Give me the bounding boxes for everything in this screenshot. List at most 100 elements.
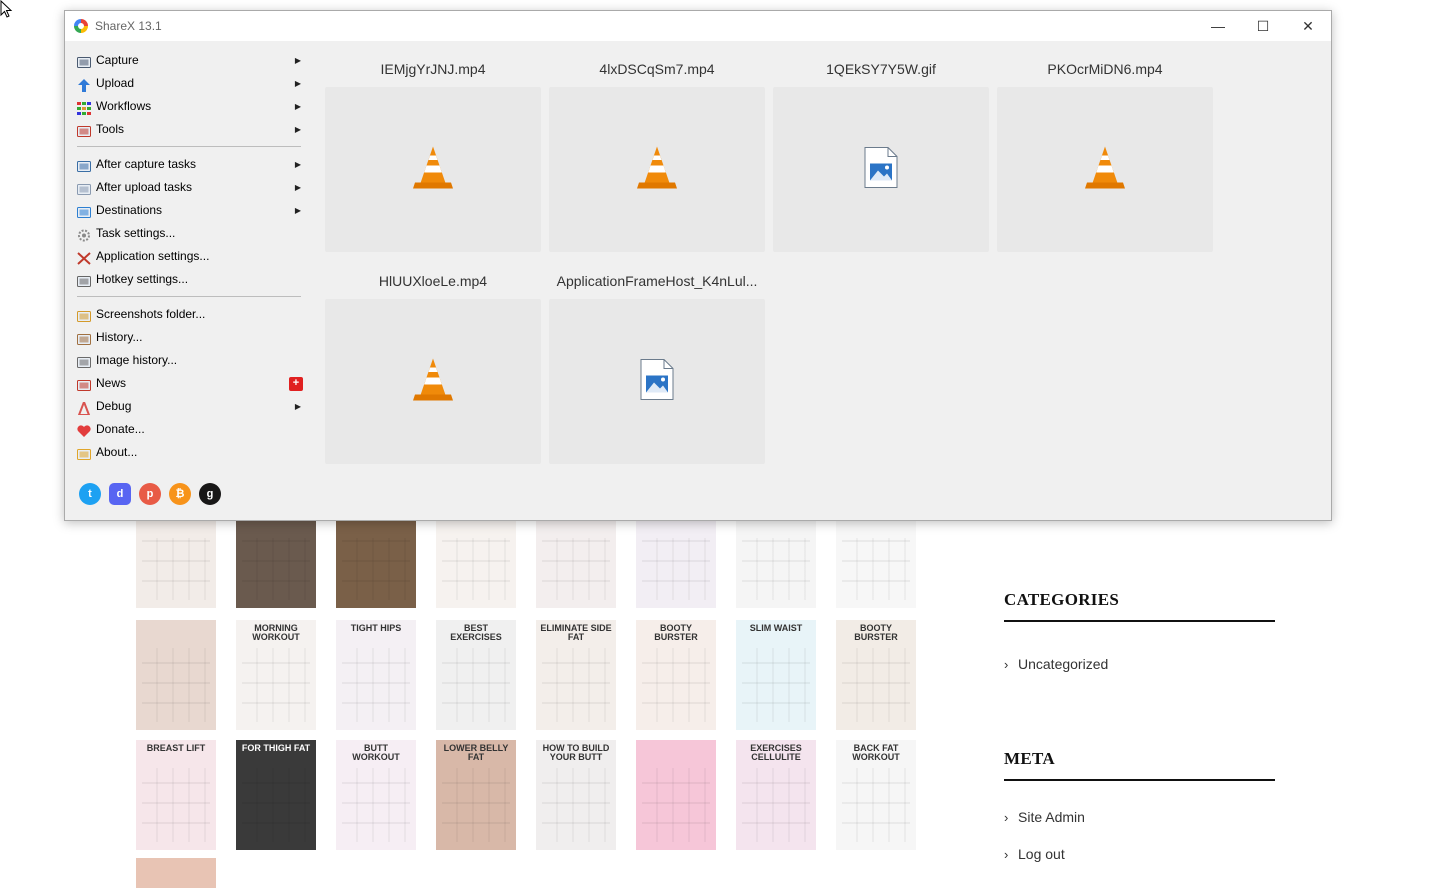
menu-item-image-history[interactable]: Image history...: [73, 349, 303, 372]
minimize-button[interactable]: —: [1195, 11, 1241, 41]
thumbnail-title: HOW TO BUILD YOUR BUTT: [542, 743, 610, 762]
thumbnail-art: [542, 648, 610, 722]
pin-thumbnail[interactable]: [336, 510, 416, 608]
tools-icon: [77, 123, 91, 137]
pin-thumbnail[interactable]: SLIM WAIST: [736, 620, 816, 730]
meta-link-log-out[interactable]: › Log out: [1004, 836, 1275, 873]
news-badge: +: [289, 377, 303, 391]
pin-thumbnail[interactable]: MORNING WORKOUT: [236, 620, 316, 730]
thumbnail-art: [442, 648, 510, 722]
pin-thumbnail[interactable]: TIGHT HIPS: [336, 620, 416, 730]
image-file-icon: [640, 358, 674, 405]
debug-icon: [77, 399, 91, 416]
menu-item-label: Destinations: [96, 203, 163, 217]
file-thumbnail[interactable]: [549, 87, 765, 252]
menu-item-application-settings[interactable]: Application settings...: [73, 245, 303, 268]
menu-item-capture[interactable]: Capture ▶: [73, 49, 303, 72]
menu-item-tools[interactable]: Tools ▶: [73, 118, 303, 141]
file-thumbnail[interactable]: [325, 299, 541, 464]
thumbnail-art: [242, 768, 310, 842]
vlc-video-icon: [636, 144, 678, 195]
thumbnail-art: [542, 538, 610, 600]
sharex-window: ShareX 13.1 — ☐ ✕ Capture ▶ Upload ▶ Workflo…: [64, 10, 1332, 521]
pin-thumbnail[interactable]: GLASS: [736, 510, 816, 608]
pin-thumbnail[interactable]: [136, 858, 216, 888]
twitter-icon[interactable]: t: [79, 483, 101, 505]
thumbnail-art: [842, 648, 910, 722]
pin-thumbnail[interactable]: [136, 510, 216, 608]
pin-thumbnail[interactable]: LOWER BELLY FAT: [436, 740, 516, 850]
menu-item-after-capture-tasks[interactable]: After capture tasks ▶: [73, 153, 303, 176]
menu-item-label: Debug: [96, 399, 132, 413]
file-thumbnail[interactable]: [325, 87, 541, 252]
pin-thumbnail[interactable]: BUTT WORKOUT: [336, 740, 416, 850]
capture-icon: [77, 54, 91, 68]
thumbnail-art: [442, 538, 510, 600]
pin-thumbnail[interactable]: [136, 620, 216, 730]
menu-item-label: Upload: [96, 76, 135, 90]
pin-thumbnail[interactable]: BEST EXERCISES: [436, 620, 516, 730]
submenu-arrow-icon: ▶: [294, 183, 301, 192]
file-thumbnail[interactable]: [773, 87, 989, 252]
pin-thumbnail[interactable]: [636, 510, 716, 608]
bitcoin-icon[interactable]: ₿: [169, 483, 191, 505]
submenu-arrow-icon: ▶: [294, 102, 301, 111]
menu-item-label: News: [96, 376, 127, 390]
patreon-icon[interactable]: p: [139, 483, 161, 505]
menu-item-label: Tools: [96, 122, 125, 136]
file-thumbnail[interactable]: [549, 299, 765, 464]
pin-thumbnail[interactable]: BACK FAT WORKOUT: [836, 740, 916, 850]
file-name-label: ApplicationFrameHost_K4nLul...: [556, 273, 758, 289]
chevron-right-icon: ›: [1004, 657, 1009, 672]
main-menu: Capture ▶ Upload ▶ Workflows ▶ Tools ▶ After cap…: [73, 49, 303, 464]
menu-item-label: Application settings...: [96, 249, 210, 263]
meta-title: META: [1004, 749, 1275, 781]
close-button[interactable]: ✕: [1285, 11, 1331, 41]
menu-item-task-settings[interactable]: Task settings...: [73, 222, 303, 245]
menu-item-history[interactable]: History...: [73, 326, 303, 349]
pin-thumbnail[interactable]: [236, 510, 316, 608]
submenu-arrow-icon: ▶: [294, 160, 301, 169]
github-icon[interactable]: g: [199, 483, 221, 505]
category-link[interactable]: › Uncategorized: [1004, 646, 1275, 683]
title-bar[interactable]: ShareX 13.1 — ☐ ✕: [65, 11, 1331, 41]
discord-icon[interactable]: d: [109, 483, 131, 505]
pin-thumbnail[interactable]: BOOTY BURSTER: [636, 620, 716, 730]
file-name-label: IEMjgYrJNJ.mp4: [380, 61, 486, 77]
maximize-button[interactable]: ☐: [1240, 11, 1286, 41]
menu-item-workflows[interactable]: Workflows ▶: [73, 95, 303, 118]
menu-item-after-upload-tasks[interactable]: After upload tasks ▶: [73, 176, 303, 199]
pin-thumbnail[interactable]: EXERCISES CELLULITE: [736, 740, 816, 850]
about-icon: [77, 446, 91, 460]
pin-thumbnail[interactable]: [436, 510, 516, 608]
application-settings-icon: [77, 250, 91, 265]
menu-item-debug[interactable]: Debug ▶: [73, 395, 303, 418]
pin-thumbnail[interactable]: FOR THIGH FAT: [236, 740, 316, 850]
thumbnail-title: MORNING WORKOUT: [252, 623, 300, 642]
menu-item-about[interactable]: About...: [73, 441, 303, 464]
pin-thumbnail[interactable]: HOW TO BUILD YOUR BUTT: [536, 740, 616, 850]
thumbnail-art: [842, 538, 910, 600]
meta-link-site-admin[interactable]: › Site Admin: [1004, 799, 1275, 836]
file-name-label: PKOcrMiDN6.mp4: [1047, 61, 1163, 77]
thumbnail-title: ELIMINATE SIDE FAT: [540, 623, 612, 642]
pin-thumbnail[interactable]: SEXY BACK: [536, 510, 616, 608]
pin-thumbnail[interactable]: BOOTY BURSTER: [836, 620, 916, 730]
pin-thumbnail[interactable]: ELIMINATE SIDE FAT: [536, 620, 616, 730]
menu-item-news[interactable]: News +: [73, 372, 303, 395]
pin-thumbnail[interactable]: HIP DIPS: [836, 510, 916, 608]
menu-item-donate[interactable]: Donate...: [73, 418, 303, 441]
menu-item-label: Workflows: [96, 99, 152, 113]
thumbnail-art: [342, 768, 410, 842]
menu-item-hotkey-settings[interactable]: Hotkey settings...: [73, 268, 303, 291]
menu-item-screenshots-folder[interactable]: Screenshots folder...: [73, 303, 303, 326]
menu-item-upload[interactable]: Upload ▶: [73, 72, 303, 95]
thumbnail-art: [342, 648, 410, 722]
menu-item-destinations[interactable]: Destinations ▶: [73, 199, 303, 222]
submenu-arrow-icon: ▶: [294, 79, 301, 88]
file-thumbnail[interactable]: [997, 87, 1213, 252]
thumbnail-art: [142, 768, 210, 842]
menu-item-label: Screenshots folder...: [96, 307, 206, 321]
pin-thumbnail[interactable]: BREAST LIFT: [136, 740, 216, 850]
pin-thumbnail[interactable]: [636, 740, 716, 850]
